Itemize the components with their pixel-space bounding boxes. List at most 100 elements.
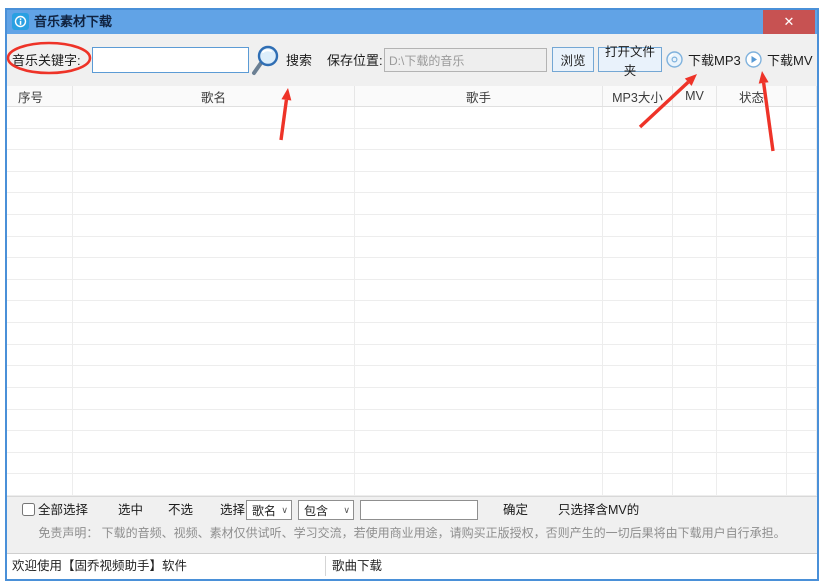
play-icon [745, 51, 762, 68]
column-header[interactable]: MV [673, 86, 717, 106]
match-select-value: 包含 [304, 502, 328, 519]
download-mv-button[interactable]: 下载MV [745, 48, 813, 70]
column-header[interactable]: 序号 [7, 86, 73, 106]
column-header[interactable]: 歌名 [73, 86, 355, 106]
unselect-button[interactable]: 不选 [168, 502, 193, 518]
table-cell [603, 323, 673, 345]
table-cell [355, 388, 603, 410]
table-cell [673, 280, 717, 302]
table-cell [603, 193, 673, 215]
table-cell [717, 474, 787, 496]
table-cell [7, 301, 73, 323]
cd-icon [666, 51, 683, 68]
table-cell [73, 388, 355, 410]
table-cell [603, 258, 673, 280]
table-cell [717, 410, 787, 432]
table-cell [73, 410, 355, 432]
column-header[interactable]: MP3大小 [603, 86, 673, 106]
select-all-checkbox[interactable] [22, 503, 35, 516]
table-cell [7, 280, 73, 302]
only-mv-button[interactable]: 只选择含MV的 [558, 502, 639, 518]
download-mp3-button[interactable]: 下载MP3 [666, 48, 741, 70]
table-cell [603, 453, 673, 475]
keyword-input[interactable] [92, 47, 249, 73]
column-header[interactable] [787, 86, 817, 106]
table-cell [603, 280, 673, 302]
table-cell [787, 323, 817, 345]
search-button[interactable]: 搜索 [286, 52, 312, 70]
field-select[interactable]: 歌名 ∨ [246, 500, 292, 520]
table-cell [355, 172, 603, 194]
table-cell [787, 301, 817, 323]
table-cell [673, 410, 717, 432]
table-cell [73, 431, 355, 453]
table-cell [603, 172, 673, 194]
table-cell [73, 474, 355, 496]
open-folder-button[interactable]: 打开文件夹 [598, 47, 662, 72]
table-cell [7, 172, 73, 194]
table-cell [603, 410, 673, 432]
filter-keyword-input[interactable] [360, 500, 478, 520]
table-cell [717, 366, 787, 388]
table-cell [355, 301, 603, 323]
table-cell [673, 172, 717, 194]
table-cell [603, 366, 673, 388]
confirm-button[interactable]: 确定 [503, 502, 528, 518]
table-cell [717, 301, 787, 323]
table-cell [787, 193, 817, 215]
table-cell [787, 453, 817, 475]
table-cell [603, 129, 673, 151]
table-cell [355, 431, 603, 453]
table-cell [7, 410, 73, 432]
table-cell [717, 453, 787, 475]
match-select[interactable]: 包含 ∨ [298, 500, 354, 520]
table-cell [787, 150, 817, 172]
table-cell [73, 150, 355, 172]
table-cell [7, 150, 73, 172]
table-cell [673, 129, 717, 151]
table-cell [787, 280, 817, 302]
disclaimer-text: 免责声明： 下载的音频、视频、素材仅供试听、学习交流，若使用商业用途，请购买正版… [7, 524, 817, 541]
table-cell [787, 129, 817, 151]
table-cell [355, 474, 603, 496]
song-table-header: 序号歌名歌手MP3大小MV状态 [7, 86, 817, 107]
close-button[interactable]: ✕ [763, 10, 815, 34]
table-cell [673, 301, 717, 323]
table-cell [7, 431, 73, 453]
table-cell [673, 215, 717, 237]
table-cell [603, 301, 673, 323]
table-cell [603, 150, 673, 172]
table-cell [73, 345, 355, 367]
select-all-label[interactable]: 全部选择 [38, 502, 88, 518]
table-cell [787, 107, 817, 129]
save-path-field[interactable] [384, 48, 547, 72]
choose-label: 选择 [220, 502, 245, 518]
status-divider [325, 556, 326, 576]
column-header[interactable]: 状态 [717, 86, 787, 106]
table-cell [73, 129, 355, 151]
table-cell [7, 323, 73, 345]
table-cell [355, 410, 603, 432]
search-icon[interactable] [250, 44, 282, 77]
table-cell [673, 107, 717, 129]
table-cell [787, 172, 817, 194]
table-cell [673, 453, 717, 475]
status-welcome-text: 欢迎使用【固乔视频助手】软件 [12, 553, 187, 579]
table-cell [7, 237, 73, 259]
table-cell [717, 431, 787, 453]
table-cell [355, 107, 603, 129]
browse-button[interactable]: 浏览 [552, 47, 594, 72]
select-checked-button[interactable]: 选中 [118, 502, 143, 518]
table-cell [73, 301, 355, 323]
table-cell [787, 474, 817, 496]
table-cell [7, 474, 73, 496]
table-cell [7, 388, 73, 410]
table-cell [673, 258, 717, 280]
table-cell [7, 215, 73, 237]
table-cell [717, 237, 787, 259]
column-header[interactable]: 歌手 [355, 86, 603, 106]
table-cell [717, 323, 787, 345]
table-cell [787, 258, 817, 280]
table-cell [355, 280, 603, 302]
table-cell [787, 237, 817, 259]
